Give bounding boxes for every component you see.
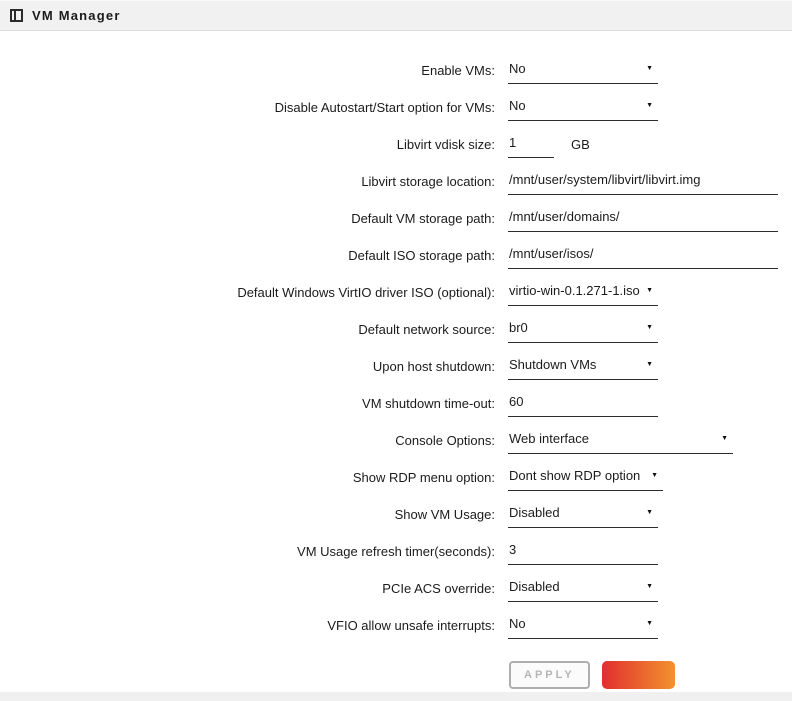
pcie-acs-override-select[interactable]: Disabled	[508, 579, 658, 602]
vm-shutdown-timeout-input[interactable]	[508, 394, 658, 417]
row-enable-vms: Enable VMs: No ▼	[0, 61, 792, 98]
vfio-unsafe-interrupts-select[interactable]: No	[508, 616, 658, 639]
upon-host-shutdown-label: Upon host shutdown:	[0, 357, 495, 375]
show-rdp-menu-option-label: Show RDP menu option:	[0, 468, 495, 486]
page-footer-strip	[0, 692, 792, 701]
columns-icon	[10, 9, 23, 22]
row-default-iso-storage-path: Default ISO storage path:	[0, 246, 792, 283]
form-actions: APPLY DONE	[509, 661, 792, 689]
vm-usage-refresh-timer-label: VM Usage refresh timer(seconds):	[0, 542, 495, 560]
vm-shutdown-timeout-label: VM shutdown time-out:	[0, 394, 495, 412]
row-default-vm-storage-path: Default VM storage path:	[0, 209, 792, 246]
console-options-select[interactable]: Web interface	[508, 431, 733, 454]
default-vm-storage-path-input[interactable]	[508, 209, 778, 232]
titlebar: VM Manager	[0, 0, 792, 31]
libvirt-vdisk-size-input[interactable]	[508, 135, 554, 158]
enable-vms-select[interactable]: No	[508, 61, 658, 84]
row-vm-usage-refresh-timer: VM Usage refresh timer(seconds):	[0, 542, 792, 579]
show-rdp-menu-option-select[interactable]: Dont show RDP option	[508, 468, 663, 491]
libvirt-storage-location-input[interactable]	[508, 172, 778, 195]
row-show-rdp-menu-option: Show RDP menu option: Dont show RDP opti…	[0, 468, 792, 505]
show-vm-usage-label: Show VM Usage:	[0, 505, 495, 523]
show-vm-usage-select[interactable]: Disabled	[508, 505, 658, 528]
row-libvirt-storage-location: Libvirt storage location:	[0, 172, 792, 209]
row-vm-shutdown-timeout: VM shutdown time-out:	[0, 394, 792, 431]
done-button[interactable]: DONE	[604, 663, 674, 687]
vm-manager-form: Enable VMs: No ▼ Disable Autostart/Start…	[0, 31, 792, 689]
row-show-vm-usage: Show VM Usage: Disabled ▼	[0, 505, 792, 542]
row-libvirt-vdisk-size: Libvirt vdisk size: GB	[0, 135, 792, 172]
disable-autostart-label: Disable Autostart/Start option for VMs:	[0, 98, 495, 116]
default-vm-storage-path-label: Default VM storage path:	[0, 209, 495, 227]
enable-vms-label: Enable VMs:	[0, 61, 495, 79]
disable-autostart-select[interactable]: No	[508, 98, 658, 121]
libvirt-storage-location-label: Libvirt storage location:	[0, 172, 495, 190]
row-disable-autostart: Disable Autostart/Start option for VMs: …	[0, 98, 792, 135]
row-default-network-source: Default network source: br0 ▼	[0, 320, 792, 357]
vm-usage-refresh-timer-input[interactable]	[508, 542, 658, 565]
apply-button[interactable]: APPLY	[509, 661, 590, 689]
vdisk-size-unit: GB	[571, 135, 590, 153]
done-button-border: DONE	[602, 661, 676, 689]
row-pcie-acs-override: PCIe ACS override: Disabled ▼	[0, 579, 792, 616]
virtio-driver-iso-select[interactable]: virtio-win-0.1.271-1.iso	[508, 283, 658, 306]
pcie-acs-override-label: PCIe ACS override:	[0, 579, 495, 597]
libvirt-vdisk-size-label: Libvirt vdisk size:	[0, 135, 495, 153]
virtio-driver-iso-label: Default Windows VirtIO driver ISO (optio…	[0, 283, 495, 301]
default-iso-storage-path-label: Default ISO storage path:	[0, 246, 495, 264]
console-options-label: Console Options:	[0, 431, 495, 449]
page-title: VM Manager	[32, 8, 121, 23]
row-upon-host-shutdown: Upon host shutdown: Shutdown VMs ▼	[0, 357, 792, 394]
default-network-source-select[interactable]: br0	[508, 320, 658, 343]
upon-host-shutdown-select[interactable]: Shutdown VMs	[508, 357, 658, 380]
default-network-source-label: Default network source:	[0, 320, 495, 338]
row-vfio-unsafe-interrupts: VFIO allow unsafe interrupts: No ▼	[0, 616, 792, 653]
row-virtio-driver-iso: Default Windows VirtIO driver ISO (optio…	[0, 283, 792, 320]
vfio-unsafe-interrupts-label: VFIO allow unsafe interrupts:	[0, 616, 495, 634]
default-iso-storage-path-input[interactable]	[508, 246, 778, 269]
row-console-options: Console Options: Web interface ▼	[0, 431, 792, 468]
